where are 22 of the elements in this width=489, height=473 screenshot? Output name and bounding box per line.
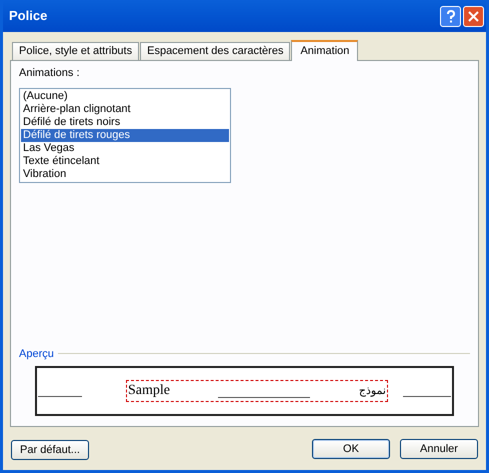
tab[interactable]: Police, style et attributs bbox=[12, 42, 140, 60]
arabic-sample-text: نموذج bbox=[358, 382, 386, 399]
list-item[interactable]: Texte étincelant bbox=[21, 154, 229, 168]
animations-label: Animations : bbox=[19, 66, 81, 81]
tab[interactable]: Animation bbox=[291, 40, 358, 61]
default-button[interactable]: Par défaut... bbox=[11, 440, 89, 460]
list-item[interactable]: Vibration bbox=[21, 168, 229, 180]
list-item[interactable]: Arrière-plan clignotant bbox=[21, 102, 229, 116]
list-item[interactable]: Las Vegas bbox=[21, 142, 229, 154]
list-item[interactable]: (Aucune) bbox=[21, 90, 229, 102]
question-mark-icon bbox=[446, 10, 456, 22]
tab[interactable]: Espacement des caractères bbox=[140, 42, 290, 60]
list-item[interactable]: Défilé de tirets rouges bbox=[21, 128, 229, 142]
close-button[interactable] bbox=[463, 6, 484, 26]
ok-button[interactable]: OK bbox=[312, 439, 390, 459]
help-button[interactable] bbox=[440, 6, 461, 26]
list-item[interactable]: Défilé de tirets noirs bbox=[21, 116, 229, 128]
sample-text: Sample bbox=[128, 383, 170, 399]
close-icon bbox=[468, 10, 479, 22]
preview-label: Aperçu bbox=[19, 346, 54, 362]
window-title: Police bbox=[9, 7, 48, 26]
cancel-button[interactable]: Annuler bbox=[400, 439, 478, 459]
